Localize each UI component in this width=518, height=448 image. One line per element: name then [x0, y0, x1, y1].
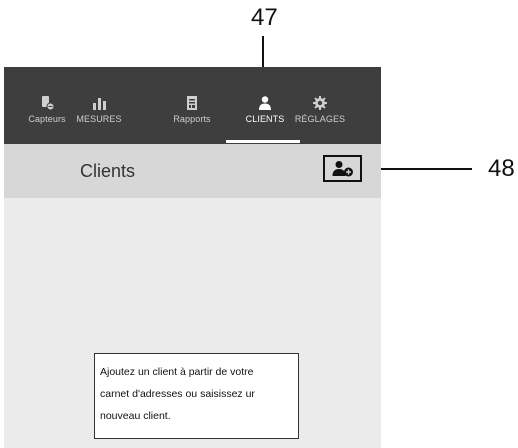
callout-label-48: 48: [488, 155, 515, 182]
bar-chart-icon: [93, 98, 106, 110]
page-header: Clients: [4, 144, 381, 198]
sensor-icon: [42, 96, 55, 111]
figure-canvas: 47 48 Capteurs MESURES Rapports CLIENTS …: [0, 0, 518, 448]
report-icon: [187, 96, 197, 110]
tab-label: CLIENTS: [245, 114, 285, 124]
tab-label: RÉGLAGES: [294, 114, 346, 124]
tab-capteurs[interactable]: Capteurs: [20, 95, 74, 124]
app-screen: Capteurs MESURES Rapports CLIENTS RÉGLAG…: [4, 67, 381, 448]
empty-state-hint: Ajoutez un client à partir de votre carn…: [94, 353, 299, 439]
tab-rapports[interactable]: Rapports: [164, 95, 220, 124]
tab-mesures[interactable]: MESURES: [72, 95, 126, 124]
active-tab-indicator: [226, 140, 300, 143]
client-list-area: Ajoutez un client à partir de votre carn…: [4, 198, 381, 448]
tab-label: MESURES: [76, 114, 122, 124]
callout-leader-48: [367, 168, 472, 170]
tab-label: Capteurs: [28, 114, 66, 124]
person-icon: [259, 96, 271, 110]
hint-line: nouveau client.: [100, 410, 171, 422]
hint-line: carnet d'adresses ou saisissez ur: [100, 388, 255, 400]
add-client-button[interactable]: [323, 155, 362, 182]
tab-label: Rapports: [173, 114, 211, 124]
tab-reglages[interactable]: RÉGLAGES: [288, 95, 352, 124]
gear-icon: [313, 96, 327, 110]
add-client-icon: [332, 160, 353, 176]
navigation-bar: Capteurs MESURES Rapports CLIENTS RÉGLAG…: [4, 67, 381, 144]
hint-line: Ajoutez un client à partir de votre: [100, 366, 254, 378]
tab-clients[interactable]: CLIENTS: [240, 95, 290, 124]
callout-label-47: 47: [251, 4, 278, 31]
page-title: Clients: [80, 161, 136, 181]
